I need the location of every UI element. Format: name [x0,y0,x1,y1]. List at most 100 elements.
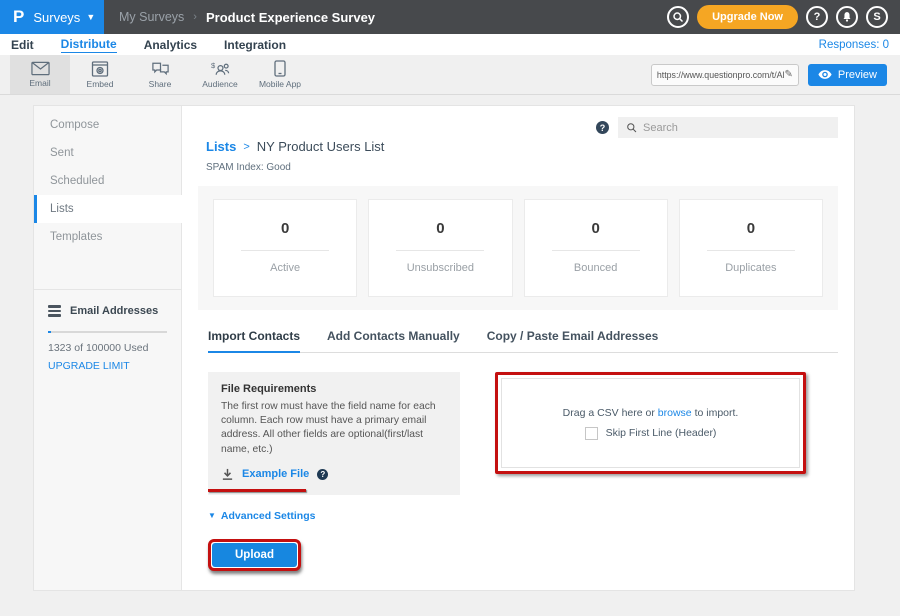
audience-icon: $ [210,61,230,77]
distribute-toolbar: Email Embed Share $ Audience Mobile App … [0,55,900,95]
list-help-button[interactable]: ? [596,121,609,134]
tool-audience[interactable]: $ Audience [190,55,250,94]
survey-url-input[interactable] [657,70,785,80]
search-icon [626,122,637,133]
toolbar-right: ✎ Preview [651,55,900,94]
tab-edit[interactable]: Edit [11,38,34,52]
list-stats: 0 Active 0 Unsubscribed 0 Bounced 0 [198,186,838,310]
file-requirements-title: File Requirements [221,383,447,395]
list-detail-main: ? Lists > NY Product Users List SPAM Ind… [182,106,854,590]
sidebar-item-templates[interactable]: Templates [34,223,181,251]
survey-nav: Edit Distribute Analytics Integration Re… [0,34,900,55]
breadcrumb-my-surveys[interactable]: My Surveys [119,10,184,24]
skip-first-line-checkbox[interactable] [585,427,598,440]
spam-index-label: SPAM Index: Good [198,162,838,173]
example-file-help-icon[interactable]: ? [317,469,328,480]
tool-mobile-app-label: Mobile App [259,79,301,89]
email-usage-progressbar [48,331,167,333]
stat-label: Bounced [525,262,667,274]
page-body: Compose Sent Scheduled Lists Templates E… [0,95,900,591]
tool-audience-label: Audience [202,79,237,89]
list-lines-icon [48,305,61,317]
stat-card-active: 0 Active [213,199,357,297]
breadcrumb-separator: › [193,11,197,23]
sidebar-item-lists[interactable]: Lists [34,195,182,223]
tool-embed-label: Embed [87,79,114,89]
questionpro-logo: P [13,7,24,27]
email-addresses-section: Email Addresses 1323 of 100000 Used UPGR… [34,290,181,387]
chevron-down-icon: ▼ [208,511,216,520]
tool-mobile-app[interactable]: Mobile App [250,55,310,94]
advanced-settings-toggle[interactable]: ▼ Advanced Settings [208,510,838,522]
bell-icon [841,11,853,23]
tab-analytics[interactable]: Analytics [144,38,197,52]
svg-text:$: $ [211,61,216,70]
advanced-settings-label: Advanced Settings [221,510,316,522]
annotation-box-dropzone: Drag a CSV here or browse to import. Ski… [495,372,806,474]
file-requirements-body: The first row must have the field name f… [221,400,447,457]
download-icon [221,468,234,481]
stat-value: 0 [369,220,511,237]
search-row: ? [198,117,838,138]
content-panel: Compose Sent Scheduled Lists Templates E… [33,105,855,591]
upgrade-now-button[interactable]: Upgrade Now [697,5,798,29]
tool-email-label: Email [29,78,50,88]
breadcrumb-survey-title: Product Experience Survey [206,10,375,25]
notifications-button[interactable] [836,6,858,28]
search-button[interactable] [667,6,689,28]
csv-dropzone[interactable]: Drag a CSV here or browse to import. Ski… [501,378,800,468]
list-breadcrumb: Lists > NY Product Users List [198,139,838,154]
skip-first-line-label: Skip First Line (Header) [606,427,717,439]
top-actions: Upgrade Now ? S [667,0,900,34]
stat-value: 0 [214,220,356,237]
question-icon: ? [814,11,821,23]
browse-link[interactable]: browse [658,407,692,419]
edit-url-icon[interactable]: ✎ [784,69,792,80]
tab-integration[interactable]: Integration [224,38,286,52]
example-file-link[interactable]: Example File [242,468,309,480]
stat-card-duplicates: 0 Duplicates [679,199,823,297]
tab-distribute[interactable]: Distribute [61,37,117,53]
tab-add-contacts-manually[interactable]: Add Contacts Manually [327,329,460,352]
sidebar-item-sent[interactable]: Sent [34,139,181,167]
tab-import-contacts[interactable]: Import Contacts [208,329,300,353]
stat-label: Duplicates [680,262,822,274]
contact-search-box [618,117,838,138]
sidebar-nav: Compose Sent Scheduled Lists Templates [34,106,181,251]
preview-button[interactable]: Preview [808,64,887,86]
tab-copy-paste-email-addresses[interactable]: Copy / Paste Email Addresses [487,329,659,352]
upgrade-limit-link[interactable]: UPGRADE LIMIT [48,360,167,372]
product-menu-label: Surveys [33,10,80,25]
breadcrumb-lists-link[interactable]: Lists [206,139,236,154]
user-avatar[interactable]: S [866,6,888,28]
dropzone-text: Drag a CSV here or browse to import. [563,407,739,419]
stat-value: 0 [525,220,667,237]
sidebar-item-compose[interactable]: Compose [34,111,181,139]
annotation-box-upload: Upload [208,539,301,571]
stat-label: Unsubscribed [369,262,511,274]
tool-embed[interactable]: Embed [70,55,130,94]
sidebar-item-scheduled[interactable]: Scheduled [34,167,181,195]
top-breadcrumb: My Surveys › Product Experience Survey [104,0,667,34]
annotation-underline [208,489,306,492]
contact-search-input[interactable] [643,122,830,134]
stat-card-unsubscribed: 0 Unsubscribed [368,199,512,297]
mobile-app-icon [274,60,286,77]
responses-count-link[interactable]: Responses: 0 [819,39,889,51]
import-contacts-panel: File Requirements The first row must hav… [208,372,838,495]
embed-icon [91,61,109,77]
breadcrumb-arrow: > [243,141,249,153]
tool-share[interactable]: Share [130,55,190,94]
help-button[interactable]: ? [806,6,828,28]
survey-url-box: ✎ [651,64,799,86]
email-usage-text: 1323 of 100000 Used [48,342,167,354]
example-file-row: Example File ? [221,468,447,481]
skip-first-line-row: Skip First Line (Header) [585,427,717,440]
surveys-menu[interactable]: P Surveys ▼ [0,0,104,34]
avatar-initial: S [873,11,880,23]
upload-button[interactable]: Upload [212,543,297,567]
top-bar: P Surveys ▼ My Surveys › Product Experie… [0,0,900,34]
tool-email[interactable]: Email [10,55,70,94]
channel-tools: Email Embed Share $ Audience Mobile App [0,55,310,94]
contacts-tabs: Import Contacts Add Contacts Manually Co… [208,329,838,353]
